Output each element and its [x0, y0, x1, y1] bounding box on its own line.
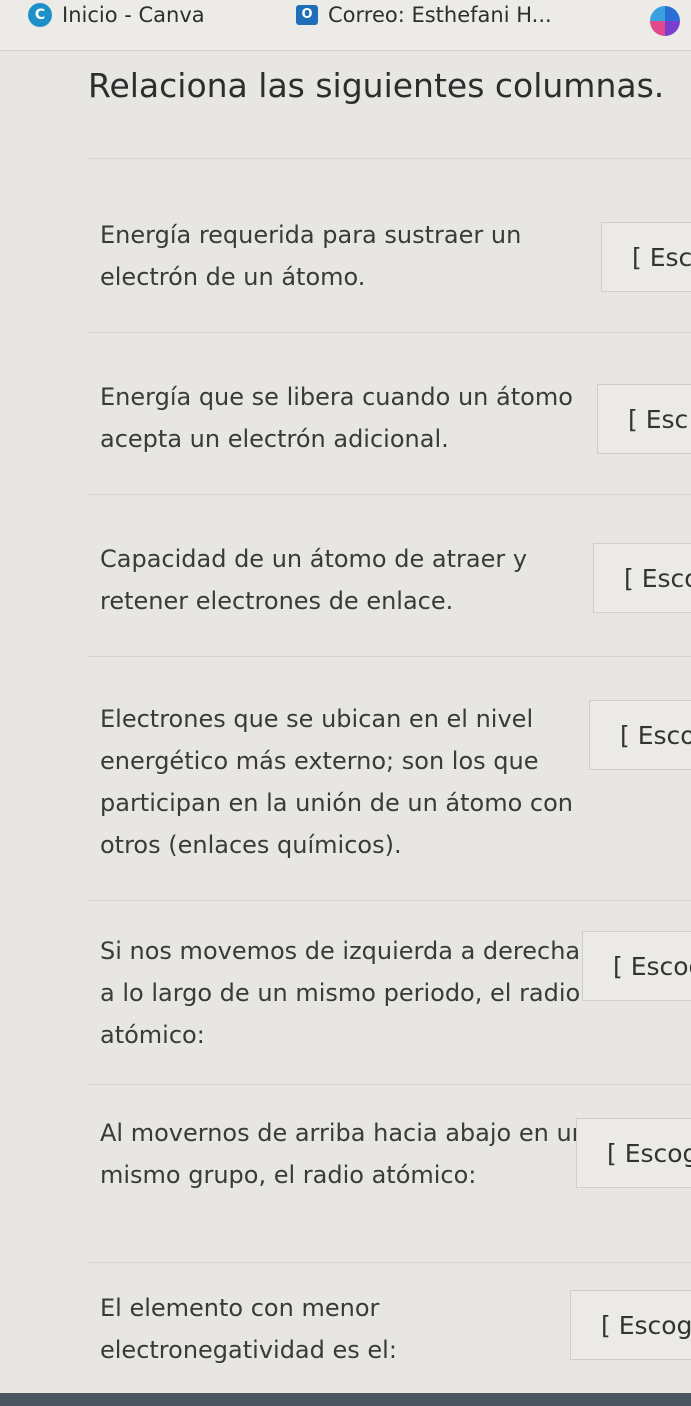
- canva-icon: C: [28, 3, 52, 27]
- answer-select-2[interactable]: [ Esc: [597, 384, 691, 454]
- page-title: Relaciona las siguientes columnas.: [88, 66, 665, 105]
- divider: [88, 1262, 691, 1263]
- bottom-bar: [0, 1393, 691, 1406]
- tab-correo-label: Correo: Esthefani H...: [328, 3, 552, 27]
- question-text-4: Electrones que se ubican en el nivel ene…: [100, 705, 574, 859]
- answer-select-5[interactable]: [ Escog: [582, 931, 691, 1001]
- question-text-5: Si nos movemos de izquierda a derecha a …: [100, 937, 581, 1049]
- browser-tab-bar: C Inicio - Canva O Correo: Esthefani H..…: [0, 0, 691, 51]
- answer-select-6[interactable]: [ Escog: [576, 1118, 691, 1188]
- answer-select-3[interactable]: [ Esco: [593, 543, 691, 613]
- question-text-7: El elemento con menor electronegatividad…: [100, 1294, 397, 1364]
- divider: [88, 332, 691, 333]
- outlook-icon: O: [296, 5, 318, 25]
- divider: [88, 1084, 691, 1085]
- divider: [88, 494, 691, 495]
- divider: [88, 656, 691, 657]
- answer-select-1[interactable]: [ Esc: [601, 222, 691, 292]
- question-text-3: Capacidad de un átomo de atraer y retene…: [100, 545, 528, 615]
- tab-canva-label: Inicio - Canva: [62, 3, 205, 27]
- question-text-2: Energía que se libera cuando un átomo ac…: [100, 383, 573, 453]
- answer-select-4[interactable]: [ Esco: [589, 700, 691, 770]
- tab-canva[interactable]: C Inicio - Canva: [28, 0, 205, 30]
- question-text-1: Energía requerida para sustraer un elect…: [100, 221, 522, 291]
- profile-sync-icon[interactable]: [650, 6, 680, 36]
- divider: [88, 158, 691, 159]
- answer-select-7[interactable]: [ Escoge: [570, 1290, 691, 1360]
- tab-correo[interactable]: O Correo: Esthefani H...: [296, 0, 552, 30]
- divider: [88, 900, 691, 901]
- question-text-6: Al movernos de arriba hacia abajo en un …: [100, 1119, 587, 1189]
